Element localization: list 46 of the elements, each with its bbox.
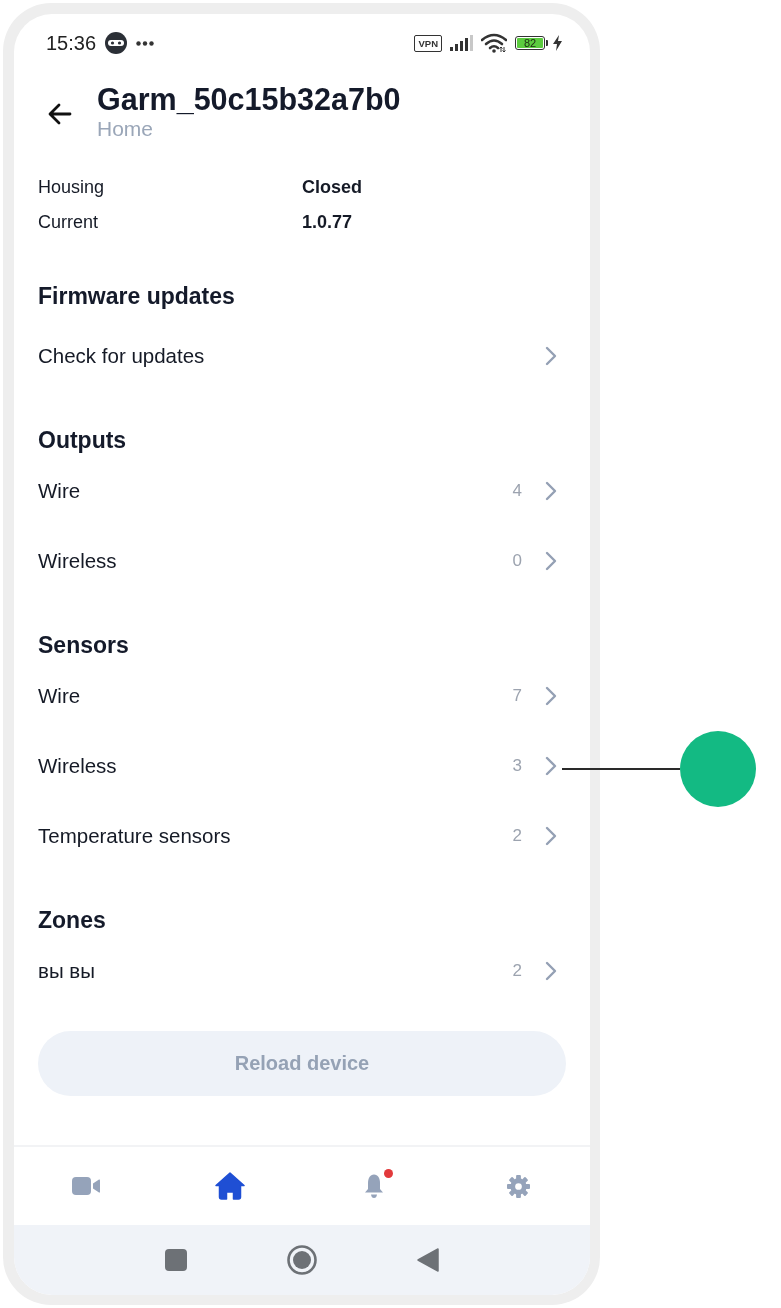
recent-apps-icon[interactable]	[165, 1249, 187, 1271]
item-count: 0	[512, 551, 522, 571]
video-camera-icon[interactable]	[72, 1176, 100, 1196]
item-count: 7	[512, 686, 522, 706]
section-heading: Zones	[38, 906, 107, 934]
incognito-icon	[105, 32, 128, 54]
list-item[interactable]: Check for updates	[38, 344, 545, 368]
list-item[interactable]: Wire	[38, 684, 513, 708]
chevron-right-icon[interactable]	[545, 756, 557, 776]
list-item[interactable]: Wire	[38, 479, 513, 503]
more-icon	[136, 40, 155, 46]
list-item[interactable]: Wireless	[38, 754, 513, 778]
battery-indicator: 82	[515, 36, 548, 50]
chevron-right-icon[interactable]	[545, 551, 557, 571]
section-heading: Firmware updates	[38, 282, 236, 310]
section-heading: Sensors	[38, 631, 130, 659]
list-item[interactable]: Wireless	[38, 549, 513, 573]
device-location: Home	[97, 116, 155, 142]
chevron-right-icon[interactable]	[545, 481, 557, 501]
chevron-right-icon[interactable]	[545, 346, 557, 366]
chevron-right-icon[interactable]	[545, 826, 557, 846]
list-item[interactable]: вы вы	[38, 959, 513, 983]
item-count: 3	[512, 756, 522, 776]
section-heading: Outputs	[38, 426, 128, 454]
chevron-right-icon[interactable]	[545, 961, 557, 981]
info-label: Housing	[38, 177, 106, 198]
wifi-icon	[481, 33, 507, 53]
item-count: 2	[512, 826, 522, 846]
item-count: 2	[512, 961, 522, 981]
home-button-icon[interactable]	[287, 1245, 317, 1275]
back-icon[interactable]	[417, 1248, 439, 1272]
info-value: Closed	[302, 177, 363, 198]
list-item[interactable]: Temperature sensors	[38, 824, 513, 848]
back-arrow-icon[interactable]	[48, 103, 72, 125]
settings-icon[interactable]	[506, 1174, 530, 1198]
signal-icon	[450, 35, 474, 51]
device-title: Garm_50c15b32a7b0	[97, 82, 401, 116]
bell-icon[interactable]	[362, 1173, 386, 1199]
info-label: Current	[38, 212, 100, 233]
status-time: 15:36	[46, 31, 97, 55]
item-count: 4	[512, 481, 522, 501]
chevron-right-icon[interactable]	[545, 686, 557, 706]
charging-icon	[553, 35, 562, 51]
home-icon[interactable]	[215, 1172, 245, 1200]
info-value: 1.0.77	[302, 212, 354, 233]
vpn-indicator: VPN	[414, 34, 442, 52]
